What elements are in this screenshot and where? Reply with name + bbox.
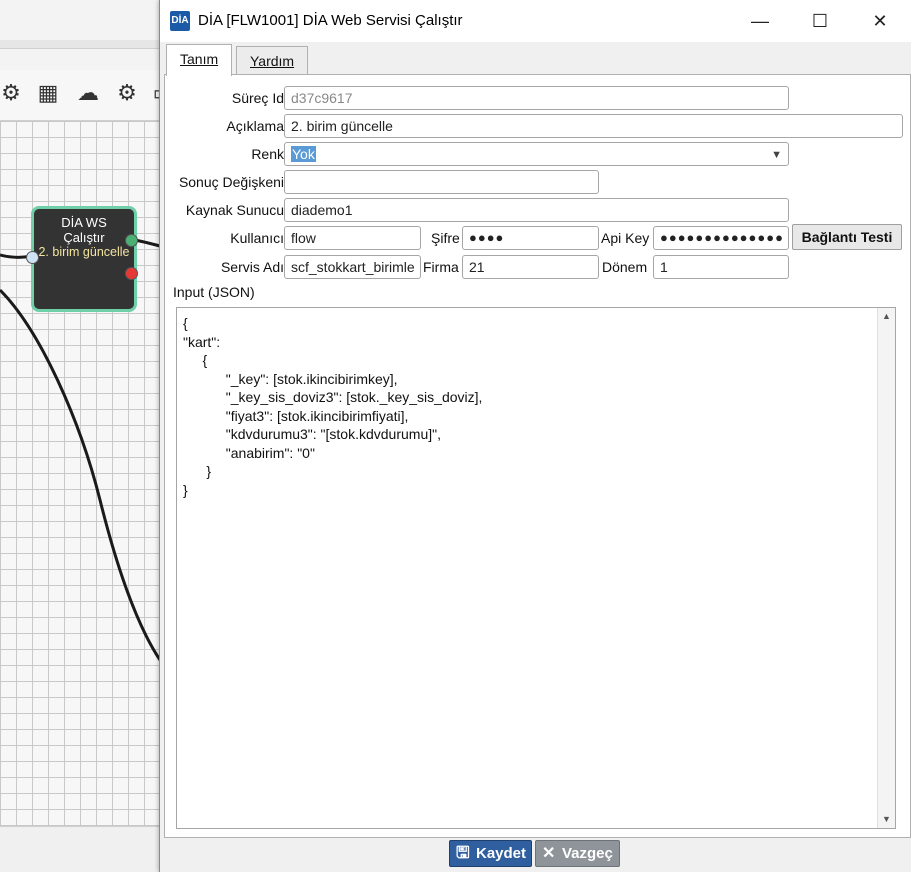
kaynak-sunucu-field[interactable]: diademo1	[284, 198, 789, 222]
vertical-scrollbar[interactable]: ▲ ▼	[877, 308, 895, 828]
firma-field[interactable]: 21	[462, 255, 599, 279]
node-success-port[interactable]	[125, 234, 138, 247]
minimize-button[interactable]: —	[730, 0, 790, 42]
baglanti-testi-button[interactable]: Bağlantı Testi	[792, 224, 902, 250]
web-service-dialog: DİA DİA [FLW1001] DİA Web Servisi Çalışt…	[159, 0, 911, 872]
window-title: DİA [FLW1001] DİA Web Servisi Çalıştır	[198, 12, 463, 29]
renk-selected-value: Yok	[291, 146, 316, 162]
firma-label: Firma	[423, 259, 459, 275]
kaynak-sunucu-label: Kaynak Sunucu	[185, 202, 284, 218]
renk-select[interactable]: Yok ▼	[284, 142, 789, 166]
connection-lines	[0, 238, 160, 661]
node-input-port[interactable]	[26, 251, 39, 264]
node-subtitle: Çalıştır	[63, 230, 105, 245]
workflow-node-dia-ws[interactable]: DİA WS Çalıştır 2. birim güncelle	[31, 206, 137, 312]
api-key-label: Api Key	[601, 230, 650, 246]
node-error-port[interactable]	[125, 267, 138, 280]
surec-id-field[interactable]: d37c9617	[284, 86, 789, 110]
kaydet-label: Kaydet	[476, 845, 527, 862]
kullanici-label: Kullanıcı	[230, 230, 284, 246]
sonuc-degiskeni-field[interactable]	[284, 170, 599, 194]
app-logo-icon: DİA	[170, 11, 190, 31]
chevron-down-icon[interactable]: ▼	[771, 146, 782, 164]
title-bar[interactable]: DİA DİA [FLW1001] DİA Web Servisi Çalışt…	[160, 0, 911, 42]
scroll-up-icon[interactable]: ▲	[878, 308, 895, 325]
save-icon: 🖫	[456, 845, 470, 862]
close-button[interactable]: ✕	[850, 0, 910, 42]
surec-id-label: Süreç Id	[231, 90, 284, 106]
sifre-label: Şifre	[431, 230, 460, 246]
sonuc-degiskeni-label: Sonuç Değişkeni	[178, 174, 284, 190]
input-json-content: { "kart": { "_key": [stok.ikincibirimkey…	[183, 315, 483, 498]
workflow-canvas-region: ⚙ ▦ ☁ ⚙ ▭ DİA WS Çalıştır 2. birim günce…	[0, 0, 160, 872]
aciklama-label: Açıklama	[226, 118, 284, 134]
servis-adi-label: Servis Adı	[220, 259, 284, 275]
aciklama-field[interactable]: 2. birim güncelle	[284, 114, 903, 138]
scroll-down-icon[interactable]: ▼	[878, 811, 895, 828]
sifre-field[interactable]: ●●●●	[462, 226, 599, 250]
donem-field[interactable]: 1	[653, 255, 789, 279]
donem-label: Dönem	[602, 259, 648, 275]
vazgec-label: Vazgeç	[562, 845, 613, 862]
tab-tanim[interactable]: Tanım	[166, 44, 233, 76]
maximize-button[interactable]: ☐	[790, 0, 850, 42]
renk-label: Renk	[251, 146, 284, 162]
kullanici-field[interactable]: flow	[284, 226, 421, 250]
tab-yardim[interactable]: Yardım	[236, 46, 309, 75]
input-json-label: Input (JSON)	[173, 284, 255, 300]
api-key-field[interactable]: ●●●●●●●●●●●●●●	[653, 226, 789, 250]
canvas-bottom-strip	[0, 826, 160, 872]
close-icon: ✕	[542, 845, 556, 862]
vazgec-button[interactable]: ✕ Vazgeç	[535, 840, 620, 867]
kaydet-button[interactable]: 🖫 Kaydet	[449, 840, 532, 867]
servis-adi-field[interactable]: scf_stokkart_birimle	[284, 255, 421, 279]
input-json-textarea[interactable]: { "kart": { "_key": [stok.ikincibirimkey…	[176, 307, 896, 829]
node-title: DİA WS	[61, 215, 107, 230]
node-description: 2. birim güncelle	[38, 245, 130, 259]
